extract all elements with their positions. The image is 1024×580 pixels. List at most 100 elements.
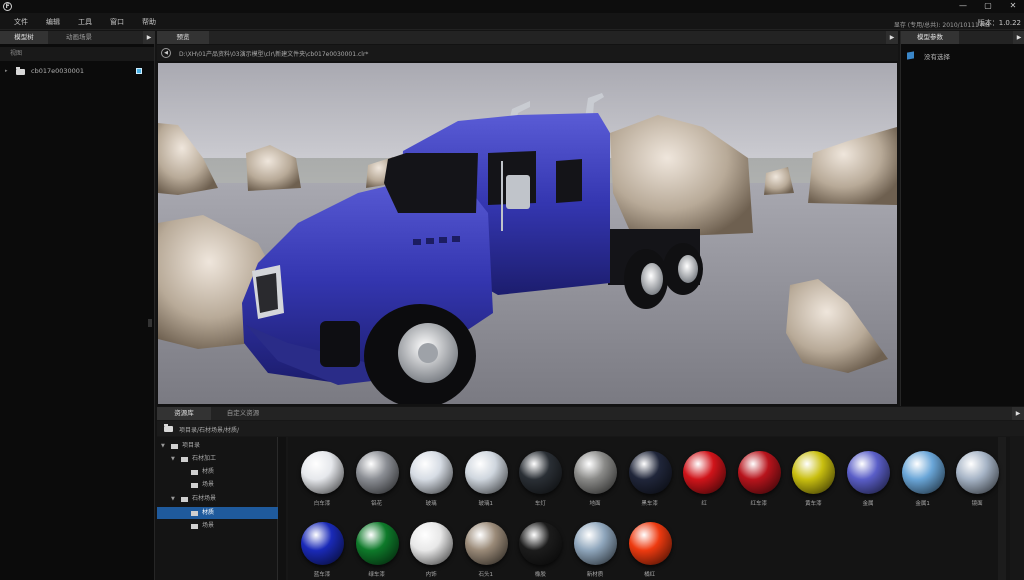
caret-down-icon[interactable]: ▼	[171, 493, 175, 505]
material-label: 橘红	[644, 572, 656, 578]
material-swatch[interactable]: 金属1	[900, 437, 946, 507]
menu-help[interactable]: 帮助	[142, 17, 156, 27]
material-ball-icon	[301, 522, 344, 565]
tab-preview[interactable]: 预览	[157, 31, 209, 44]
library-tree-label: 材质	[202, 468, 215, 475]
material-swatch[interactable]: 橡胶	[517, 508, 563, 578]
material-swatch[interactable]: 内饰	[408, 508, 454, 578]
panel-expand-icon[interactable]: ▶	[143, 31, 155, 44]
material-ball-icon	[355, 451, 399, 494]
folder-icon	[191, 470, 198, 475]
material-label: 红	[701, 501, 707, 507]
visibility-checkbox[interactable]	[136, 68, 142, 74]
tab-custom-resources[interactable]: 自定义资源	[213, 407, 273, 420]
no-selection-text: 没有选择	[924, 53, 950, 61]
preview-tabbar: 预览 ▶	[157, 31, 898, 44]
tree-item-model[interactable]: ▸ cb017e0030001	[0, 65, 154, 77]
library-splitter[interactable]	[278, 437, 286, 580]
title-bar: F — ▢ ✕	[0, 0, 1024, 13]
menu-file[interactable]: 文件	[14, 17, 28, 27]
material-swatch[interactable]: 新材质	[572, 508, 618, 578]
library-tree: ▼ 项目录 ▼ 石材加工 材质 场景 ▼ 石材场景 材质 场景	[157, 437, 278, 580]
material-ball-icon	[847, 451, 890, 494]
material-swatch[interactable]: 金属	[845, 437, 891, 507]
material-swatch[interactable]: 玻璃	[408, 437, 454, 507]
folder-icon	[191, 483, 198, 488]
panel-expand-icon[interactable]: ▶	[1012, 407, 1024, 420]
close-button[interactable]: ✕	[1005, 0, 1021, 13]
material-swatch[interactable]: 绿车漆	[354, 508, 400, 578]
library-tree-item[interactable]: 材质	[157, 466, 278, 478]
material-label: 地面	[589, 501, 601, 507]
panel-expand-icon[interactable]: ▶	[886, 31, 898, 44]
folder-icon	[181, 497, 188, 502]
3d-viewport[interactable]	[158, 63, 897, 404]
tab-model-tree[interactable]: 模型树	[0, 31, 48, 44]
library-tree-label: 场景	[202, 481, 215, 488]
material-swatch[interactable]: 镜面	[954, 437, 1000, 507]
library-tree-item[interactable]: 场景	[157, 479, 278, 491]
minimize-button[interactable]: —	[955, 0, 971, 13]
menu-bar: 文件 编辑 工具 窗口 帮助 显存 (专用/总共): 2010/10111 MB…	[0, 13, 1024, 30]
menu-window[interactable]: 窗口	[110, 17, 124, 27]
back-icon[interactable]: ◀	[161, 48, 171, 58]
material-swatch[interactable]: 橘红	[627, 508, 673, 578]
restore-button[interactable]: ▢	[980, 0, 996, 13]
tab-resource-library[interactable]: 资源库	[157, 407, 211, 420]
material-swatch[interactable]: 白车漆	[299, 437, 345, 507]
material-swatch[interactable]: 黑车漆	[627, 437, 673, 507]
material-swatch[interactable]: 黄车漆	[790, 437, 836, 507]
material-swatch[interactable]: 玻璃1	[463, 437, 509, 507]
material-swatch[interactable]: 红车漆	[736, 437, 782, 507]
folder-icon	[164, 424, 173, 432]
tree-item-label: cb017e0030001	[31, 67, 85, 75]
material-swatch[interactable]: 车灯	[517, 437, 563, 507]
folder-icon	[171, 444, 178, 449]
library-tree-item[interactable]: ▼ 石材加工	[157, 453, 278, 465]
preview-panel: 预览 ▶ ◀ D:\XH\01产品资料\03演示模型\clr\新建文件夹\cb0…	[157, 31, 898, 406]
caret-down-icon[interactable]: ▼	[161, 440, 165, 452]
material-ball-icon	[301, 451, 344, 494]
library-tree-item[interactable]: ▼ 项目录	[157, 440, 278, 452]
material-swatch[interactable]: 铝花	[354, 437, 400, 507]
panel-splitter[interactable]	[148, 319, 152, 327]
folder-icon	[191, 524, 198, 529]
material-ball-icon	[519, 451, 563, 494]
material-label: 石头1	[478, 572, 494, 578]
material-swatch[interactable]: 红	[681, 437, 727, 507]
material-ball-icon	[628, 522, 672, 565]
material-ball-icon	[410, 451, 454, 494]
library-tree-item[interactable]: ▼ 石材场景	[157, 493, 278, 505]
right-tabbar: 模型参数 ▶	[901, 31, 1024, 44]
material-ball-icon	[464, 522, 508, 565]
material-label: 黄车漆	[805, 501, 822, 507]
material-label: 玻璃	[425, 501, 437, 507]
tab-model-params[interactable]: 模型参数	[901, 31, 959, 44]
library-tree-label: 石材加工	[192, 455, 217, 462]
library-tree-item[interactable]: 场景	[157, 520, 278, 532]
material-swatch[interactable]: 地面	[572, 437, 618, 507]
material-swatch[interactable]: 石头1	[463, 508, 509, 578]
material-ball-icon	[574, 451, 617, 494]
material-ball-icon	[355, 522, 399, 565]
material-ball-icon	[737, 451, 781, 494]
app-logo-icon: F	[3, 2, 12, 11]
material-label: 镜面	[971, 501, 983, 507]
material-swatch[interactable]: 蓝车漆	[299, 508, 345, 578]
menu-edit[interactable]: 编辑	[46, 17, 60, 27]
library-tree-item-selected[interactable]: 材质	[157, 507, 278, 519]
folder-icon	[16, 67, 25, 75]
tab-animation-scene[interactable]: 动画场景	[50, 31, 108, 44]
expand-arrow-icon[interactable]: ▸	[5, 65, 8, 77]
panel-expand-icon[interactable]: ▶	[1013, 31, 1024, 44]
material-label: 红车漆	[750, 501, 768, 507]
menu-tools[interactable]: 工具	[78, 17, 92, 27]
library-tree-label: 场景	[202, 522, 215, 529]
material-label: 蓝车漆	[313, 572, 331, 578]
version-label: 版本：1.0.22	[977, 19, 1021, 27]
cube-icon	[907, 51, 914, 60]
material-label: 白车漆	[313, 501, 331, 507]
material-label: 玻璃1	[478, 501, 494, 507]
caret-down-icon[interactable]: ▼	[171, 453, 175, 465]
model-tree-panel: 模型树 动画场景 ▶ 视图 ▸ cb017e0030001	[0, 31, 155, 580]
